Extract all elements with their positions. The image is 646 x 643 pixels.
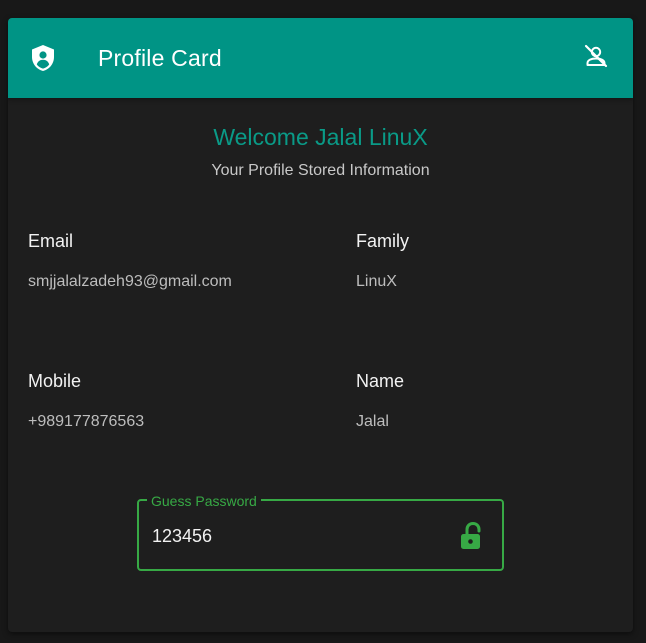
password-field-label: Guess Password: [147, 493, 261, 509]
family-label: Family: [356, 231, 409, 251]
account-off-button[interactable]: [580, 42, 612, 74]
name-label: Name: [356, 371, 405, 391]
mobile-value: +989177876563: [28, 413, 145, 430]
lock-open-icon[interactable]: [458, 521, 486, 551]
email-value: smjjalalzadeh93@gmail.com: [28, 273, 232, 290]
family-value: LinuX: [356, 273, 397, 290]
account-off-icon: [583, 43, 609, 74]
welcome-heading: Welcome Jalal LinuX: [213, 124, 428, 150]
profile-card: Profile Card Welcome Jalal LinuX Your Pr…: [8, 18, 633, 632]
profile-subtitle: Your Profile Stored Information: [211, 162, 430, 179]
app-title: Profile Card: [98, 45, 222, 71]
toolbar: Profile Card: [8, 18, 633, 98]
mobile-label: Mobile: [28, 371, 82, 391]
name-value: Jalal: [356, 413, 389, 430]
password-input[interactable]: [152, 523, 442, 549]
email-label: Email: [28, 231, 74, 251]
account-shield-icon: [30, 44, 56, 72]
